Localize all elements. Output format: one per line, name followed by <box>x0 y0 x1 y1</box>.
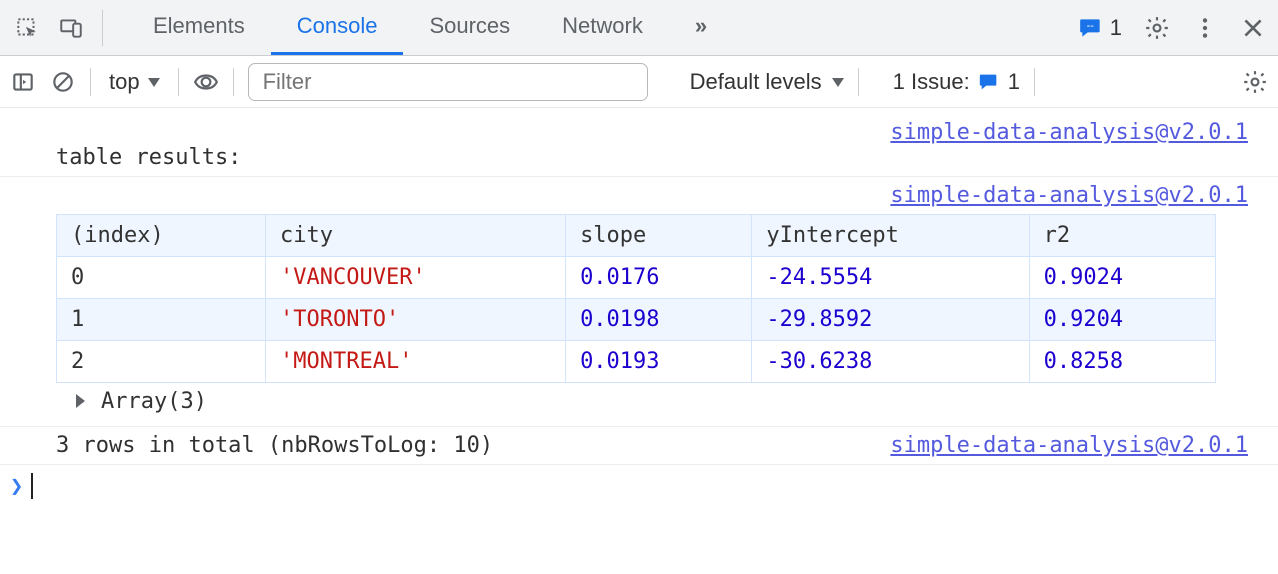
cell-yintercept: -30.6238 <box>752 341 1029 383</box>
device-toolbar-icon[interactable] <box>58 15 84 41</box>
cell-yintercept: -29.8592 <box>752 299 1029 341</box>
prompt-chevron-icon: ❯ <box>10 474 23 499</box>
cell-r2: 0.8258 <box>1029 341 1215 383</box>
text-cursor <box>31 473 33 499</box>
cell-city: 'MONTREAL' <box>266 341 566 383</box>
toggle-sidebar-icon[interactable] <box>10 69 36 95</box>
clear-console-icon[interactable] <box>50 69 76 95</box>
cell-slope: 0.0198 <box>566 299 752 341</box>
table-row: 1 'TORONTO' 0.0198 -29.8592 0.9204 <box>57 299 1216 341</box>
close-icon[interactable] <box>1240 15 1266 41</box>
source-link[interactable]: simple-data-analysis@v2.0.1 <box>890 433 1248 458</box>
console-table: (index) city slope yIntercept r2 0 'VANC… <box>56 214 1268 420</box>
levels-label: Default levels <box>690 69 822 95</box>
more-options-icon[interactable] <box>1192 15 1218 41</box>
tabs-overflow-button[interactable]: » <box>669 0 733 55</box>
issues-label: 1 Issue: <box>893 69 970 95</box>
chevron-down-icon <box>828 69 844 95</box>
console-message: simple-data-analysis@v2.0.1 (index) city… <box>0 177 1278 427</box>
message-text: 3 rows in total (nbRowsToLog: 10) <box>56 433 493 458</box>
chat-icon <box>978 71 1000 93</box>
panel-tabs: Elements Console Sources Network » <box>127 0 733 55</box>
cell-slope: 0.0193 <box>566 341 752 383</box>
issues-counter[interactable]: 1 Issue: 1 <box>893 69 1020 95</box>
tab-console[interactable]: Console <box>271 0 404 55</box>
inspect-element-icon[interactable] <box>14 15 40 41</box>
console-prompt[interactable]: ❯ <box>0 465 1278 507</box>
context-label: top <box>109 69 140 95</box>
source-link[interactable]: simple-data-analysis@v2.0.1 <box>890 183 1248 208</box>
top-actions: -- 1 <box>1078 15 1270 41</box>
column-header[interactable]: yIntercept <box>752 215 1029 257</box>
issues-badge[interactable]: -- 1 <box>1078 15 1122 41</box>
tab-sources[interactable]: Sources <box>403 0 536 55</box>
column-header[interactable]: (index) <box>57 215 266 257</box>
chevron-down-icon <box>144 69 160 95</box>
svg-text:--: -- <box>1086 20 1094 32</box>
cell-index: 1 <box>57 299 266 341</box>
cell-r2: 0.9024 <box>1029 257 1215 299</box>
expand-arrow-icon <box>76 389 91 414</box>
table-row: 2 'MONTREAL' 0.0193 -30.6238 0.8258 <box>57 341 1216 383</box>
settings-icon[interactable] <box>1144 15 1170 41</box>
console-settings-icon[interactable] <box>1242 69 1268 95</box>
issues-badge-count: 1 <box>1110 15 1122 41</box>
expander-label: Array(3) <box>101 389 207 414</box>
cell-city: 'TORONTO' <box>266 299 566 341</box>
cell-index: 2 <box>57 341 266 383</box>
issues-count: 1 <box>1008 69 1020 95</box>
console-message: simple-data-analysis@v2.0.1 3 rows in to… <box>0 427 1278 465</box>
cell-yintercept: -24.5554 <box>752 257 1029 299</box>
cell-r2: 0.9204 <box>1029 299 1215 341</box>
column-header[interactable]: city <box>266 215 566 257</box>
cell-slope: 0.0176 <box>566 257 752 299</box>
log-levels-selector[interactable]: Default levels <box>690 69 844 95</box>
live-expression-icon[interactable] <box>193 69 219 95</box>
object-expander[interactable]: Array(3) <box>56 383 1268 420</box>
chat-icon: -- <box>1078 15 1104 41</box>
devtools-tab-bar: Elements Console Sources Network » -- 1 <box>0 0 1278 56</box>
message-text: table results: <box>56 145 1268 170</box>
console-toolbar: top Default levels 1 Issue: 1 <box>0 56 1278 108</box>
cell-index: 0 <box>57 257 266 299</box>
column-header[interactable]: slope <box>566 215 752 257</box>
inspector-tools <box>8 10 103 46</box>
source-link[interactable]: simple-data-analysis@v2.0.1 <box>890 120 1248 145</box>
console-output: simple-data-analysis@v2.0.1 table result… <box>0 108 1278 507</box>
console-message: simple-data-analysis@v2.0.1 table result… <box>0 114 1278 177</box>
tab-network[interactable]: Network <box>536 0 669 55</box>
column-header[interactable]: r2 <box>1029 215 1215 257</box>
filter-input[interactable] <box>248 63 648 101</box>
context-selector[interactable]: top <box>105 69 164 95</box>
tab-elements[interactable]: Elements <box>127 0 271 55</box>
table-header-row: (index) city slope yIntercept r2 <box>57 215 1216 257</box>
cell-city: 'VANCOUVER' <box>266 257 566 299</box>
table-row: 0 'VANCOUVER' 0.0176 -24.5554 0.9024 <box>57 257 1216 299</box>
